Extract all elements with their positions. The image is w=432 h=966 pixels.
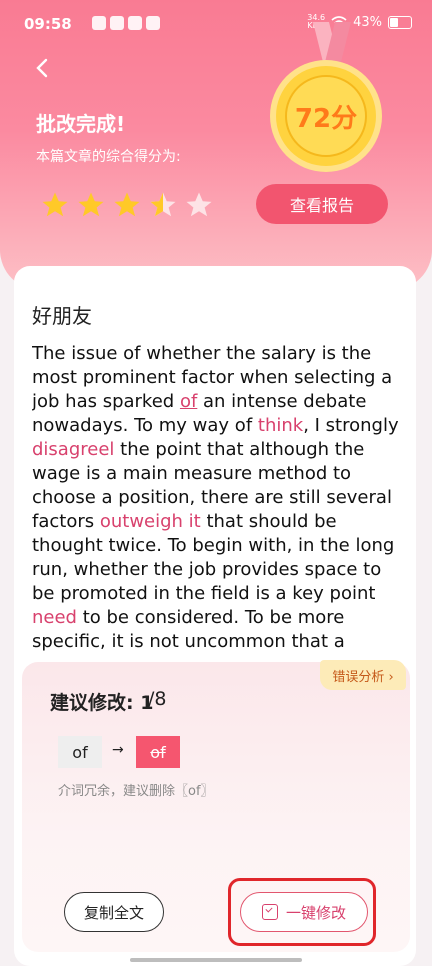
score-caption: 本篇文章的综合得分为: <box>36 149 181 165</box>
essay-error-highlight[interactable]: outweigh it <box>100 511 201 532</box>
status-bar: 09:58 34.6 KB/s 43% <box>0 0 432 48</box>
status-time: 09:58 <box>24 15 72 33</box>
star-full-icon <box>114 192 140 217</box>
app-notification-icon <box>128 16 142 30</box>
essay-error-highlight[interactable]: think <box>258 415 303 436</box>
essay-error-highlight[interactable]: need <box>32 607 77 628</box>
more-icon <box>146 16 160 30</box>
score-value: 72分 <box>294 104 358 134</box>
copy-all-button[interactable]: 复制全文 <box>64 892 164 932</box>
mail-icon <box>110 16 124 30</box>
essay-body: The issue of whether the salary is the m… <box>32 342 402 654</box>
star-full-icon <box>42 192 68 217</box>
essay-title: 好朋友 <box>32 304 92 328</box>
notification-icons <box>92 16 160 30</box>
view-report-button[interactable]: 查看报告 <box>256 184 388 224</box>
battery-icon <box>388 15 412 29</box>
star-empty-icon <box>186 192 212 217</box>
star-full-icon <box>78 192 104 217</box>
app-notification-icon <box>92 16 106 30</box>
highlight-annotation <box>228 878 376 946</box>
essay-error-highlight[interactable]: disagreel <box>32 439 114 460</box>
corrected-token: of <box>136 736 180 768</box>
star-rating <box>40 190 214 220</box>
original-token: of <box>58 736 102 768</box>
suggestion-label: 建议修改: 1 <box>50 692 154 714</box>
arrow-right-icon: → <box>112 742 124 758</box>
essay-error-highlight[interactable]: of <box>180 391 197 412</box>
page-title: 批改完成! <box>36 112 126 136</box>
suggestion-count: /8 <box>148 688 167 710</box>
home-indicator[interactable] <box>130 958 302 962</box>
essay-text-segment: , I strongly <box>303 415 399 436</box>
suggestion-hint: 介词冗余，建议删除〖of〗 <box>58 784 214 799</box>
back-button[interactable] <box>30 56 54 80</box>
star-half-icon <box>150 192 176 217</box>
battery-percent: 43% <box>353 14 382 30</box>
essay-text-segment: to be considered. To be more specific, i… <box>32 607 345 652</box>
chevron-left-icon <box>36 58 48 78</box>
error-analysis-tab[interactable]: 错误分析 › <box>320 660 406 690</box>
